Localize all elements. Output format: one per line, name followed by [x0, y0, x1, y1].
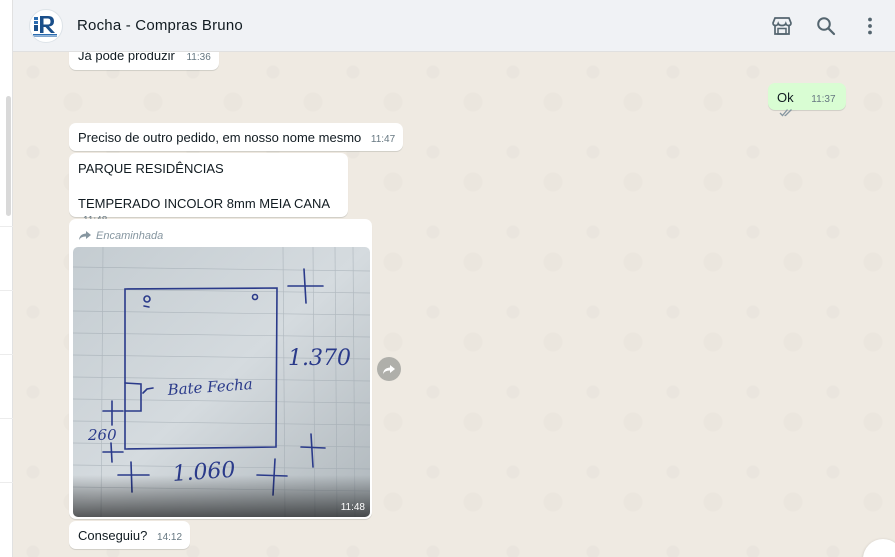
- divider: [0, 226, 13, 227]
- message-text: Conseguiu?: [78, 528, 148, 543]
- chat-list-edge: [0, 0, 13, 557]
- message-time: 14:12: [157, 532, 183, 543]
- avatar[interactable]: [29, 8, 63, 43]
- sketch-side-label: 260: [87, 426, 117, 444]
- message-bubble-incoming[interactable]: Preciso de outro pedido, em nosso nome m…: [69, 123, 404, 151]
- store-icon[interactable]: [771, 15, 793, 37]
- forwarded-label: Encaminhada: [96, 229, 164, 242]
- menu-dots-icon[interactable]: [859, 15, 881, 37]
- message-bubble-incoming[interactable]: PARQUE RESIDÊNCIAS TEMPERADO INCOLOR 8mm…: [69, 153, 348, 226]
- message-text: Ok: [777, 90, 794, 105]
- forwarded-icon: [79, 231, 91, 240]
- image-message-bubble[interactable]: Encaminhada 1.370 Bate Fecha 260 1.060 1…: [69, 219, 372, 519]
- divider: [0, 354, 13, 355]
- forward-button[interactable]: [377, 357, 401, 381]
- sketch-image[interactable]: 1.370 Bate Fecha 260 1.060 11:48: [73, 247, 370, 517]
- message-text: Já pode produzir: [78, 52, 175, 63]
- divider: [0, 482, 13, 483]
- divider: [0, 290, 13, 291]
- chat-header: Rocha - Compras Bruno: [13, 0, 895, 52]
- message-text: Preciso de outro pedido, em nosso nome m…: [78, 130, 362, 145]
- message-time: 11:47: [370, 134, 396, 145]
- message-bubble-incoming[interactable]: Conseguiu? 14:12: [69, 521, 191, 549]
- message-line: PARQUE RESIDÊNCIAS: [78, 161, 224, 176]
- contact-name[interactable]: Rocha - Compras Bruno: [77, 17, 243, 34]
- rocha-logo-icon: [33, 15, 57, 37]
- divider: [0, 418, 13, 419]
- message-line: TEMPERADO INCOLOR 8mm MEIA CANA: [78, 196, 330, 211]
- chat-messages-pane[interactable]: Já pode produzir 11:36 Ok 11:37 Preciso …: [13, 52, 895, 557]
- message-time: 11:36: [186, 52, 211, 63]
- sketch-height-label: 1.370: [288, 346, 351, 371]
- message-bubble-incoming[interactable]: Já pode produzir 11:36: [69, 52, 219, 70]
- forward-icon: [383, 364, 395, 374]
- search-icon[interactable]: [815, 15, 837, 37]
- scroll-down-button[interactable]: [863, 539, 895, 557]
- message-bubble-outgoing[interactable]: Ok 11:37: [768, 83, 846, 117]
- chat-list-scrollbar[interactable]: [6, 96, 11, 216]
- message-time: 11:37: [811, 94, 836, 105]
- double-check-icon: [779, 109, 792, 117]
- image-time: 11:48: [340, 502, 365, 513]
